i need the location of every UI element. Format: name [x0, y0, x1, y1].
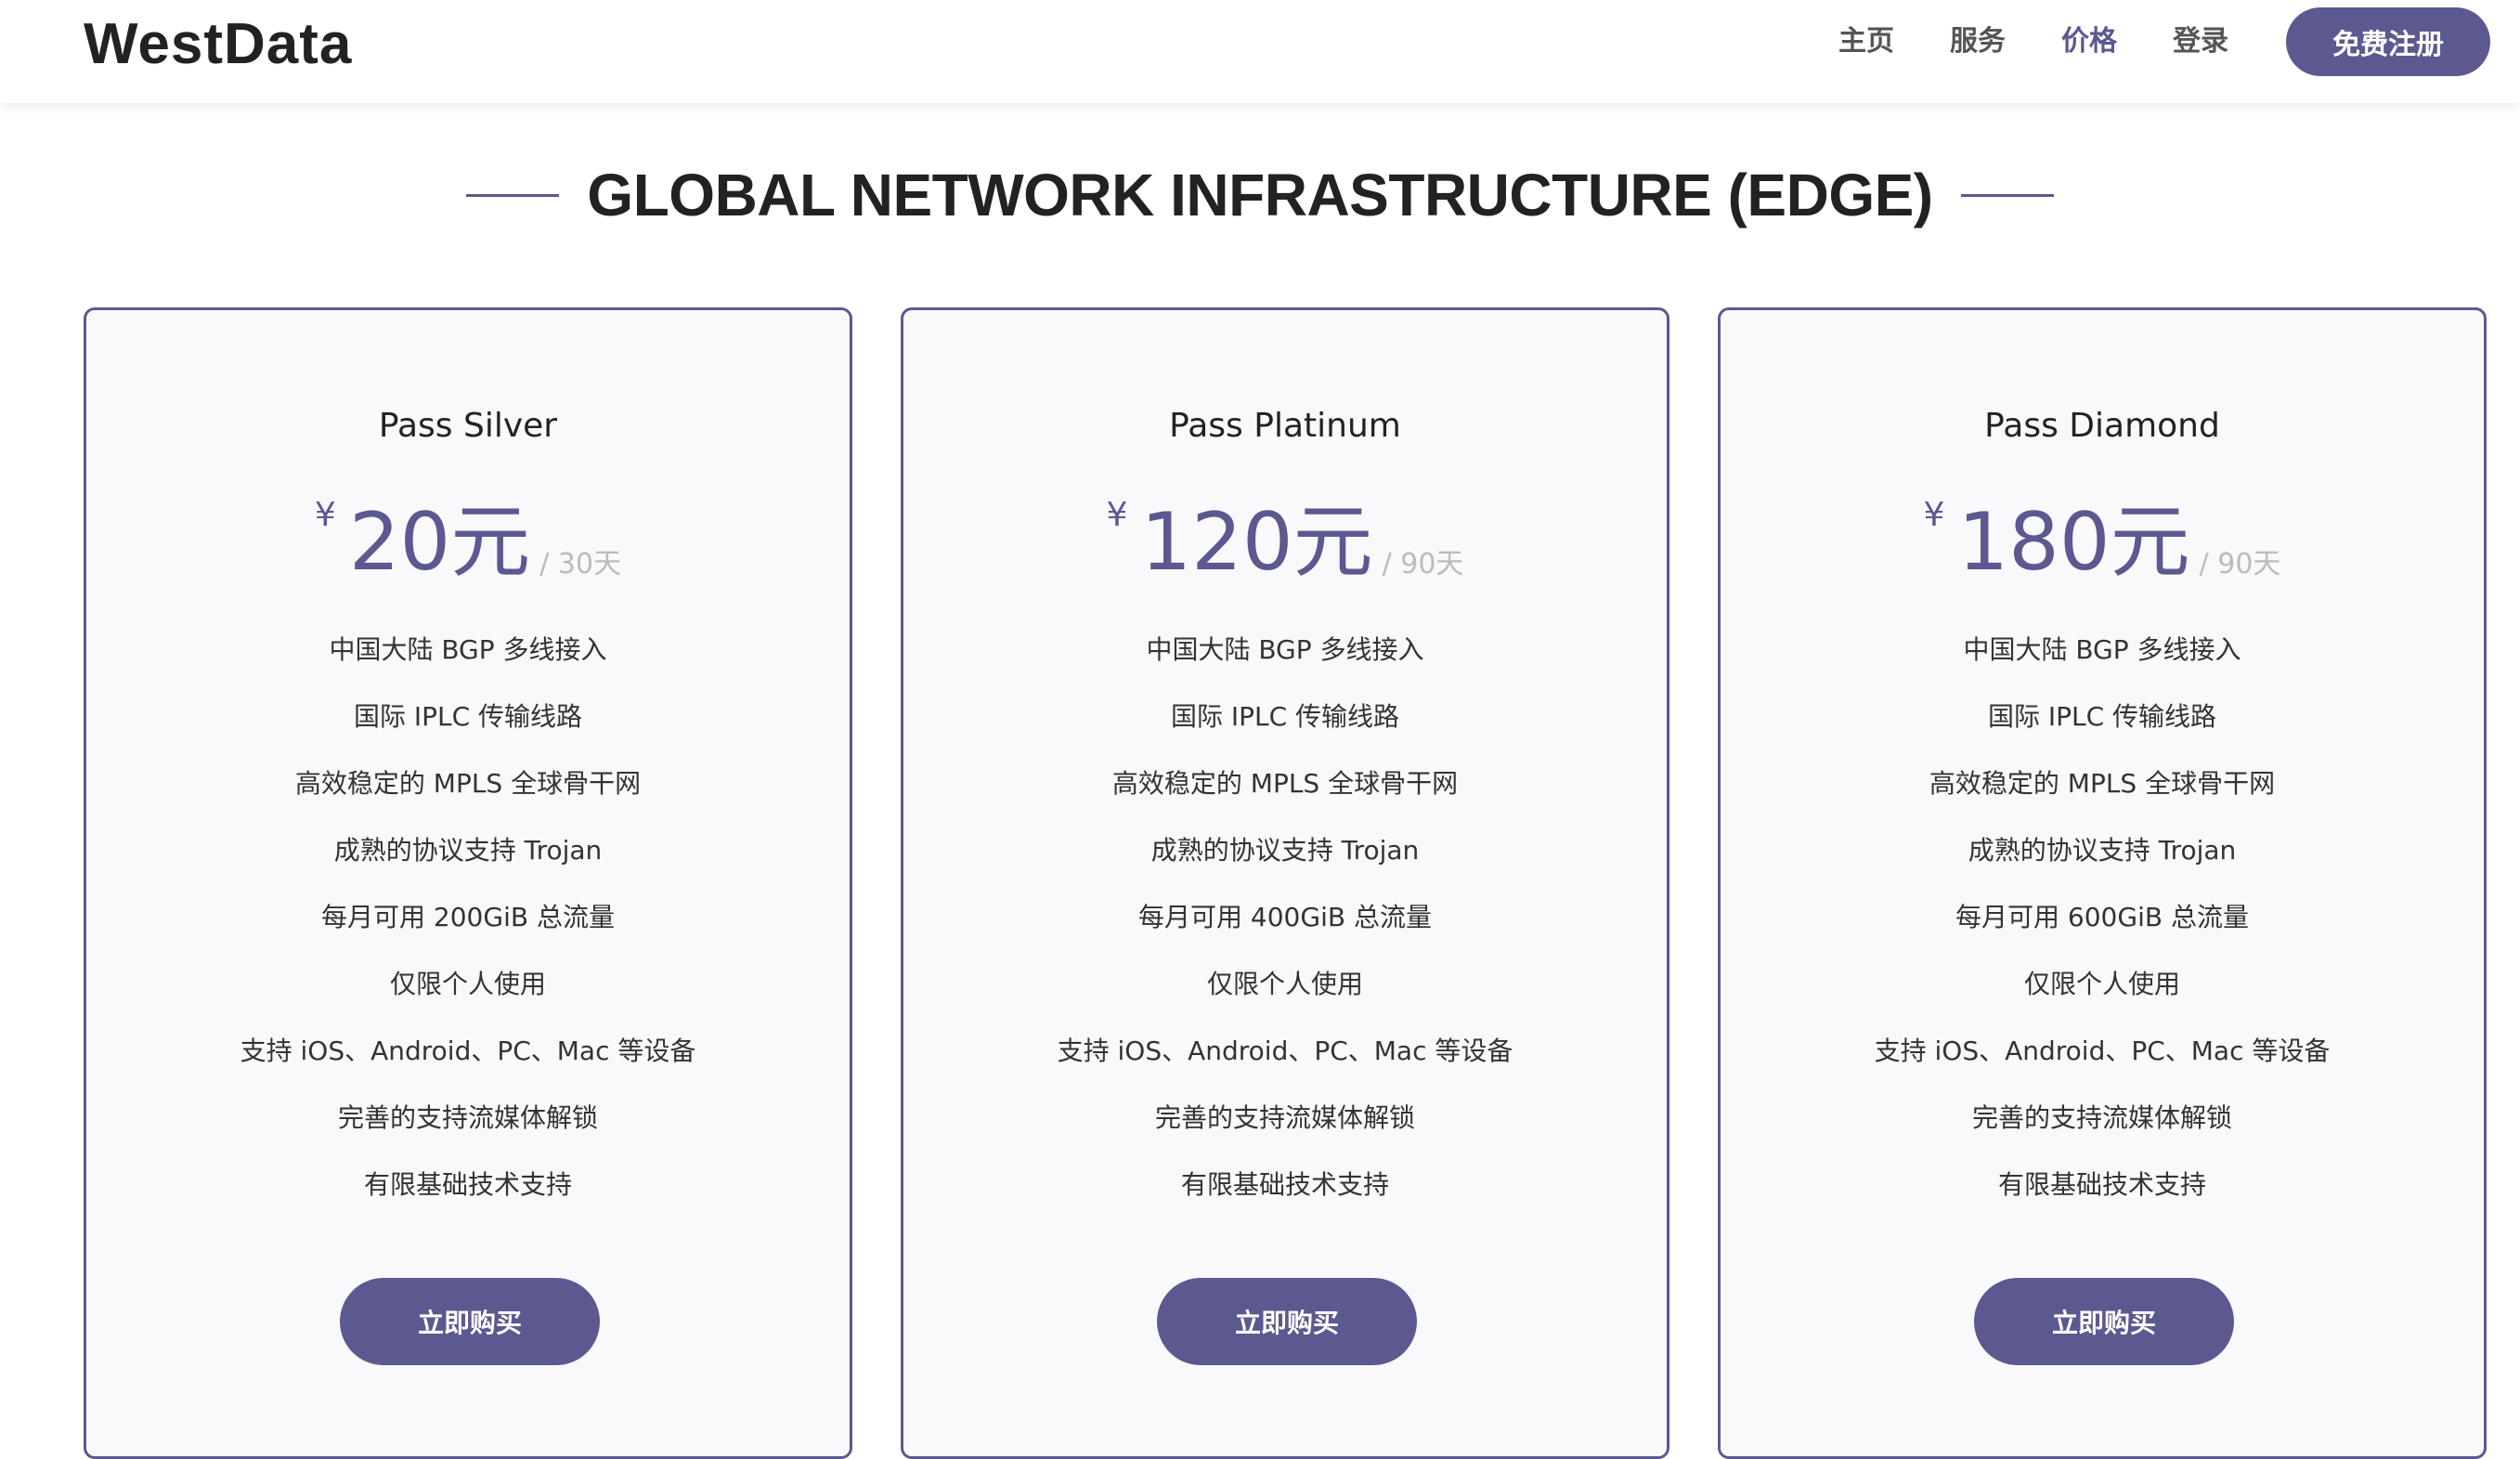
plan-name: Pass Silver	[378, 407, 558, 445]
feature-item: 高效稳定的 MPLS 全球骨干网	[1111, 768, 1459, 799]
feature-item: 有限基础技术支持	[1180, 1169, 1389, 1200]
heading-divider-left	[466, 193, 560, 197]
plan-name: Pass Platinum	[1169, 407, 1401, 445]
price-period: / 90天	[2199, 548, 2281, 580]
feature-item: 支持 iOS、Android、PC、Mac 等设备	[1057, 1036, 1513, 1066]
nav-link-login[interactable]: 登录	[2173, 20, 2228, 63]
feature-list: 中国大陆 BGP 多线接入 国际 IPLC 传输线路 高效稳定的 MPLS 全球…	[903, 617, 1667, 1218]
plan-card-platinum: Pass Platinum ¥ 120元 / 90天 中国大陆 BGP 多线接入…	[901, 307, 1669, 1459]
feature-item: 国际 IPLC 传输线路	[353, 701, 583, 732]
heading-divider-right	[1960, 193, 2054, 197]
feature-item: 高效稳定的 MPLS 全球骨干网	[1929, 768, 2276, 799]
plan-name: Pass Diamond	[1984, 407, 2220, 445]
buy-button[interactable]: 立即购买	[1974, 1278, 2234, 1365]
price-amount: 120元	[1140, 496, 1373, 589]
buy-button[interactable]: 立即购买	[1157, 1278, 1417, 1365]
section-heading: GLOBAL NETWORK INFRASTRUCTURE (EDGE)	[0, 158, 2520, 232]
plan-card-diamond: Pass Diamond ¥ 180元 / 90天 中国大陆 BGP 多线接入 …	[1718, 307, 2487, 1459]
plan-price: ¥ 20元 / 30天	[86, 487, 850, 589]
feature-item: 支持 iOS、Android、PC、Mac 等设备	[1874, 1036, 2331, 1066]
section-title: GLOBAL NETWORK INFRASTRUCTURE (EDGE)	[587, 162, 1933, 228]
navbar: WestData 主页 服务 价格 登录 免费注册	[0, 0, 2520, 103]
currency-symbol: ¥	[314, 496, 336, 534]
price-period: / 30天	[539, 548, 622, 580]
feature-item: 高效稳定的 MPLS 全球骨干网	[294, 768, 642, 799]
feature-item: 中国大陆 BGP 多线接入	[329, 634, 607, 665]
signup-button[interactable]: 免费注册	[2286, 7, 2490, 76]
feature-item: 支持 iOS、Android、PC、Mac 等设备	[240, 1036, 696, 1066]
feature-item: 有限基础技术支持	[363, 1169, 572, 1200]
feature-item: 中国大陆 BGP 多线接入	[1963, 634, 2241, 665]
feature-item: 成熟的协议支持 Trojan	[333, 835, 603, 866]
buy-button[interactable]: 立即购买	[340, 1278, 600, 1365]
price-period: / 90天	[1382, 548, 1464, 580]
currency-symbol: ¥	[1923, 496, 1945, 534]
nav-link-home[interactable]: 主页	[1838, 20, 1894, 63]
feature-list: 中国大陆 BGP 多线接入 国际 IPLC 传输线路 高效稳定的 MPLS 全球…	[86, 617, 850, 1218]
feature-item: 国际 IPLC 传输线路	[1170, 701, 1400, 732]
feature-item: 完善的支持流媒体解锁	[1154, 1102, 1415, 1133]
plan-card-silver: Pass Silver ¥ 20元 / 30天 中国大陆 BGP 多线接入 国际…	[84, 307, 852, 1459]
plan-price: ¥ 120元 / 90天	[903, 487, 1667, 589]
feature-item: 仅限个人使用	[389, 969, 546, 999]
feature-item: 成熟的协议支持 Trojan	[1150, 835, 1420, 866]
feature-list: 中国大陆 BGP 多线接入 国际 IPLC 传输线路 高效稳定的 MPLS 全球…	[1721, 617, 2484, 1218]
nav-link-services[interactable]: 服务	[1950, 20, 2006, 63]
feature-item: 每月可用 200GiB 总流量	[321, 902, 615, 932]
price-amount: 180元	[1957, 496, 2190, 589]
nav-link-pricing[interactable]: 价格	[2061, 20, 2117, 63]
feature-item: 成熟的协议支持 Trojan	[1968, 835, 2237, 866]
feature-item: 仅限个人使用	[2023, 969, 2180, 999]
feature-item: 仅限个人使用	[1206, 969, 1363, 999]
feature-item: 完善的支持流媒体解锁	[1971, 1102, 2232, 1133]
feature-item: 每月可用 400GiB 总流量	[1138, 902, 1432, 932]
feature-item: 每月可用 600GiB 总流量	[1955, 902, 2249, 932]
feature-item: 有限基础技术支持	[1997, 1169, 2206, 1200]
price-amount: 20元	[348, 496, 531, 589]
currency-symbol: ¥	[1106, 496, 1128, 534]
feature-item: 国际 IPLC 传输线路	[1987, 701, 2217, 732]
feature-item: 完善的支持流媒体解锁	[337, 1102, 598, 1133]
plan-price: ¥ 180元 / 90天	[1721, 487, 2484, 589]
feature-item: 中国大陆 BGP 多线接入	[1146, 634, 1424, 665]
brand-logo[interactable]: WestData	[84, 7, 352, 82]
